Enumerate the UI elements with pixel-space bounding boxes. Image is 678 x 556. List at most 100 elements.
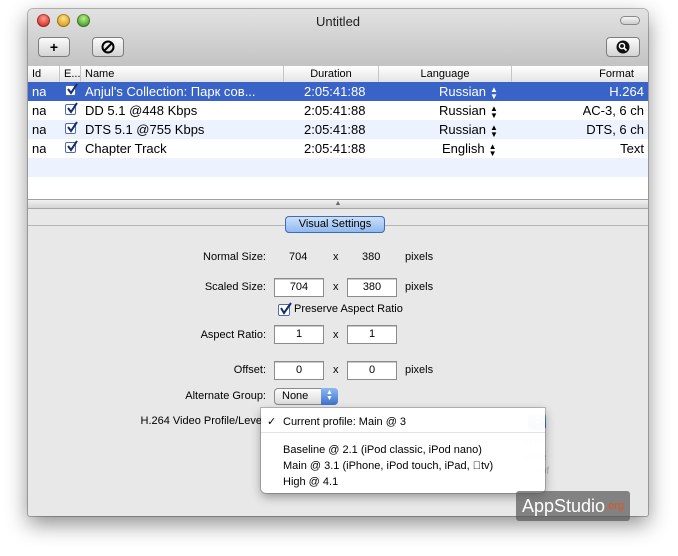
track-language-value: Russian (439, 103, 486, 118)
menu-item-high[interactable]: High @ 4.1 (261, 474, 545, 490)
offset-label: Offset: (233, 364, 266, 376)
track-id: na (32, 103, 47, 118)
track-name: Chapter Track (85, 141, 167, 156)
normal-size-label: Normal Size: (203, 251, 266, 263)
up-down-arrows-icon: ▲▼ (489, 84, 498, 101)
up-down-arrows-icon: ▲▼ (488, 141, 497, 158)
alternate-group-popup[interactable]: None ▲ ▼ (274, 388, 338, 405)
scaled-x-label: x (333, 281, 339, 293)
add-track-button[interactable]: + (38, 37, 70, 57)
track-language[interactable]: Russian ▲ ▼ (439, 82, 498, 101)
track-id: na (32, 84, 47, 99)
scaled-height-field[interactable]: 380 (347, 278, 397, 297)
menu-separator (261, 432, 545, 433)
track-format: Text (620, 141, 644, 156)
track-name: DTS 5.1 @755 Kbps (85, 122, 205, 137)
track-format: AC-3, 6 ch (582, 103, 644, 118)
table-header: Id E... Name Duration Language Format (28, 66, 648, 83)
toolbar-toggle-button[interactable] (620, 16, 640, 25)
column-header-language[interactable]: Language (379, 66, 512, 82)
checkmark-icon (67, 121, 78, 133)
track-language[interactable]: Russian ▲ ▼ (439, 120, 498, 139)
menu-item-baseline[interactable]: Baseline @ 2.1 (iPod classic, iPod nano) (261, 442, 545, 458)
track-enabled-checkbox[interactable] (65, 83, 78, 96)
table-row[interactable]: na Chapter Track 2:05:41:88 English ▲ ▼ Te… (28, 139, 648, 158)
checkmark-icon (280, 302, 292, 315)
track-language[interactable]: Russian ▲ ▼ (439, 101, 498, 120)
track-format: H.264 (609, 84, 644, 99)
up-down-arrows-icon: ▲▼ (489, 122, 498, 139)
track-duration: 2:05:41:88 (304, 141, 366, 156)
track-language-value: Russian (439, 84, 486, 99)
column-header-format[interactable]: Format (512, 66, 648, 82)
inspector-button[interactable] (606, 37, 640, 57)
menu-item-label: Main @ 3.1 (iPhone, iPod touch, iPad, t… (283, 460, 493, 472)
scaled-size-label: Scaled Size: (204, 281, 266, 293)
plus-icon: + (49, 39, 59, 55)
aspect-height-field[interactable]: 1 (347, 325, 397, 344)
aspect-width-field[interactable]: 1 (274, 325, 324, 344)
window-title: Untitled (315, 14, 361, 29)
normal-x-label: x (333, 251, 339, 263)
watermark: AppStudio.org (516, 491, 631, 521)
offset-unit-label: pixels (405, 364, 434, 376)
title-bar: Untitled + (28, 9, 648, 67)
stop-button[interactable] (92, 37, 124, 57)
menu-item-label: Current profile: Main @ 3 (283, 416, 407, 428)
track-id: na (32, 141, 47, 156)
scaled-unit-label: pixels (405, 281, 434, 293)
offset-y-field[interactable]: 0 (347, 361, 397, 380)
normal-height-value: 380 (362, 251, 381, 263)
menu-item-main[interactable]: Main @ 3.1 (iPhone, iPod touch, iPad, t… (261, 458, 545, 474)
track-duration: 2:05:41:88 (304, 122, 366, 137)
alternate-group-label: Alternate Group: (185, 390, 266, 402)
column-header-enabled[interactable]: E... (60, 66, 81, 82)
track-name: DD 5.1 @448 Kbps (85, 103, 198, 118)
normal-width-value: 704 (289, 251, 308, 263)
split-view-divider[interactable]: ▲ (28, 199, 648, 209)
normal-unit-label: pixels (405, 251, 434, 263)
prohibit-icon (101, 40, 115, 54)
watermark-suffix: .org (605, 500, 625, 512)
track-duration: 2:05:41:88 (304, 84, 366, 99)
menu-item-label: High @ 4.1 (283, 476, 339, 488)
track-enabled-checkbox[interactable] (65, 140, 78, 153)
track-language[interactable]: English ▲ ▼ (442, 139, 497, 158)
offset-x-field[interactable]: 0 (274, 361, 324, 380)
track-format: DTS, 6 ch (586, 122, 644, 137)
menu-item-label: Baseline @ 2.1 (iPod classic, iPod nano) (283, 444, 482, 456)
column-header-id[interactable]: Id (28, 66, 60, 82)
track-name: Anjul's Collection: Парк сов... (85, 84, 256, 99)
table-row[interactable]: na DTS 5.1 @755 Kbps 2:05:41:88 Russian ▲… (28, 120, 648, 139)
track-enabled-checkbox[interactable] (65, 102, 78, 115)
column-header-name[interactable]: Name (81, 66, 284, 82)
tab-visual-settings[interactable]: Visual Settings (285, 216, 385, 233)
watermark-text: AppStudio (522, 496, 606, 516)
track-id: na (32, 122, 47, 137)
up-down-arrows-icon: ▲▼ (321, 388, 338, 405)
checkmark-icon (67, 102, 78, 114)
table-row[interactable]: na DD 5.1 @448 Kbps 2:05:41:88 Russian ▲ ▼… (28, 101, 648, 120)
checkmark-icon: ✓ (267, 416, 277, 428)
empty-row (28, 158, 648, 177)
alternate-group-value: None (282, 390, 309, 402)
checkmark-icon (67, 83, 78, 95)
up-down-arrows-icon: ▲▼ (489, 103, 498, 120)
column-header-duration[interactable]: Duration (284, 66, 379, 82)
track-enabled-checkbox[interactable] (65, 121, 78, 134)
profile-dropdown-menu: ✓ Current profile: Main @ 3 Baseline @ 2… (261, 408, 545, 493)
aspect-x-label: x (333, 329, 339, 341)
magnifier-icon (616, 40, 630, 54)
track-language-value: Russian (439, 122, 486, 137)
track-language-value: English (442, 141, 485, 156)
table-row[interactable]: na Anjul's Collection: Парк сов... 2:05:… (28, 82, 648, 101)
profile-label: H.264 Video Profile/Leve (140, 415, 263, 427)
preserve-aspect-checkbox[interactable] (278, 302, 292, 316)
preserve-aspect-label: Preserve Aspect Ratio (294, 303, 403, 315)
menu-item-current-profile[interactable]: ✓ Current profile: Main @ 3 (261, 414, 545, 430)
scaled-width-field[interactable]: 704 (274, 278, 324, 297)
tracks-table: Id E... Name Duration Language Format na… (28, 66, 648, 200)
checkmark-icon (67, 140, 78, 152)
offset-x-label: x (333, 364, 339, 376)
aspect-ratio-label: Aspect Ratio: (200, 329, 266, 341)
